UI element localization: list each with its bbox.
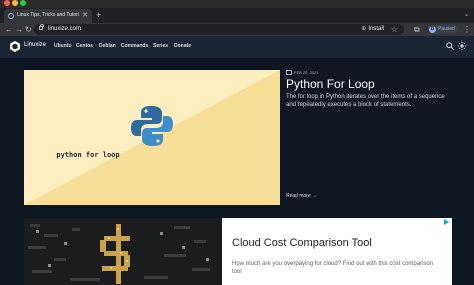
tab-linuxize[interactable]: Linux Tips, Tricks and Tutorials ✕ — [4, 9, 92, 23]
lock-icon[interactable] — [39, 24, 44, 30]
close-tab-icon[interactable]: ✕ — [82, 11, 88, 19]
favicon-icon — [8, 13, 14, 19]
python-logo-icon — [131, 106, 173, 146]
bookmark-star-icon[interactable]: ☆ — [391, 24, 398, 35]
nav-centos[interactable]: Centos — [76, 43, 93, 49]
install-icon: ⊕ — [361, 26, 367, 32]
linuxize-logo-icon[interactable] — [10, 41, 20, 52]
post-title[interactable]: Python For Loop — [286, 77, 375, 91]
sun-icon[interactable] — [458, 42, 466, 50]
read-more-link[interactable]: Read more → — [286, 193, 317, 199]
new-tab-button[interactable]: + — [96, 8, 101, 23]
nav-commands[interactable]: Commands — [121, 43, 148, 49]
browser-menu-icon[interactable]: ⋮ — [463, 23, 471, 36]
post-excerpt: The for loop in Python iterates over the… — [286, 94, 445, 108]
install-button[interactable]: ⊕ Install — [361, 25, 384, 34]
address-bar[interactable]: linuxize.com ⊕ Install ☆ — [34, 24, 404, 35]
window-titlebar — [0, 0, 474, 8]
search-icon[interactable] — [446, 42, 454, 50]
avatar: B — [429, 26, 436, 33]
site-brand[interactable]: Linuxize — [24, 42, 46, 48]
close-window-dot[interactable] — [4, 0, 10, 6]
extensions-icon[interactable]: ⧉ — [414, 23, 420, 36]
featured-image-caption: python for loop — [56, 151, 120, 159]
tab-strip: Linux Tips, Tricks and Tutorials ✕ — [0, 8, 474, 23]
profile-button[interactable]: B Paused — [428, 25, 458, 34]
url-text[interactable]: linuxize.com — [48, 26, 81, 32]
back-button[interactable]: ← — [5, 23, 13, 36]
install-label: Install — [368, 26, 384, 32]
browser-toolbar: ← → ↻ linuxize.com ⊕ Install ☆ ⧉ B Paused… — [0, 23, 474, 36]
minimize-window-dot[interactable] — [12, 0, 18, 6]
reload-button[interactable]: ↻ — [25, 23, 32, 36]
featured-post-image[interactable]: python for loop — [24, 70, 280, 205]
post-date: FEB 22, 2021 — [286, 70, 319, 76]
tab-title: Linux Tips, Tricks and Tutorials — [17, 12, 79, 18]
maximize-window-dot[interactable] — [20, 0, 26, 6]
nav-series[interactable]: Series — [153, 43, 168, 49]
nav-ubuntu[interactable]: Ubuntu — [54, 43, 72, 49]
forward-button[interactable]: → — [15, 23, 23, 36]
nav-donate[interactable]: Donate — [174, 43, 191, 49]
ad-text: How much are you overpaying for cloud? F… — [232, 261, 434, 275]
ad-title[interactable]: Cloud Cost Comparison Tool — [232, 237, 372, 249]
profile-status: Paused — [438, 26, 455, 32]
tab-search-icon[interactable]: ⌄ — [464, 8, 469, 23]
ad-choices-icon[interactable] — [443, 219, 450, 225]
second-post-image[interactable] — [24, 218, 222, 285]
site-header: Linuxize Ubuntu Centos Debian Commands S… — [0, 36, 474, 58]
nav-debian[interactable]: Debian — [99, 43, 116, 49]
advertisement[interactable]: Cloud Cost Comparison Tool How much are … — [222, 218, 452, 285]
post-date-text: FEB 22, 2021 — [294, 70, 319, 75]
calendar-icon — [286, 70, 292, 76]
circuit-dollar-image — [24, 218, 222, 285]
